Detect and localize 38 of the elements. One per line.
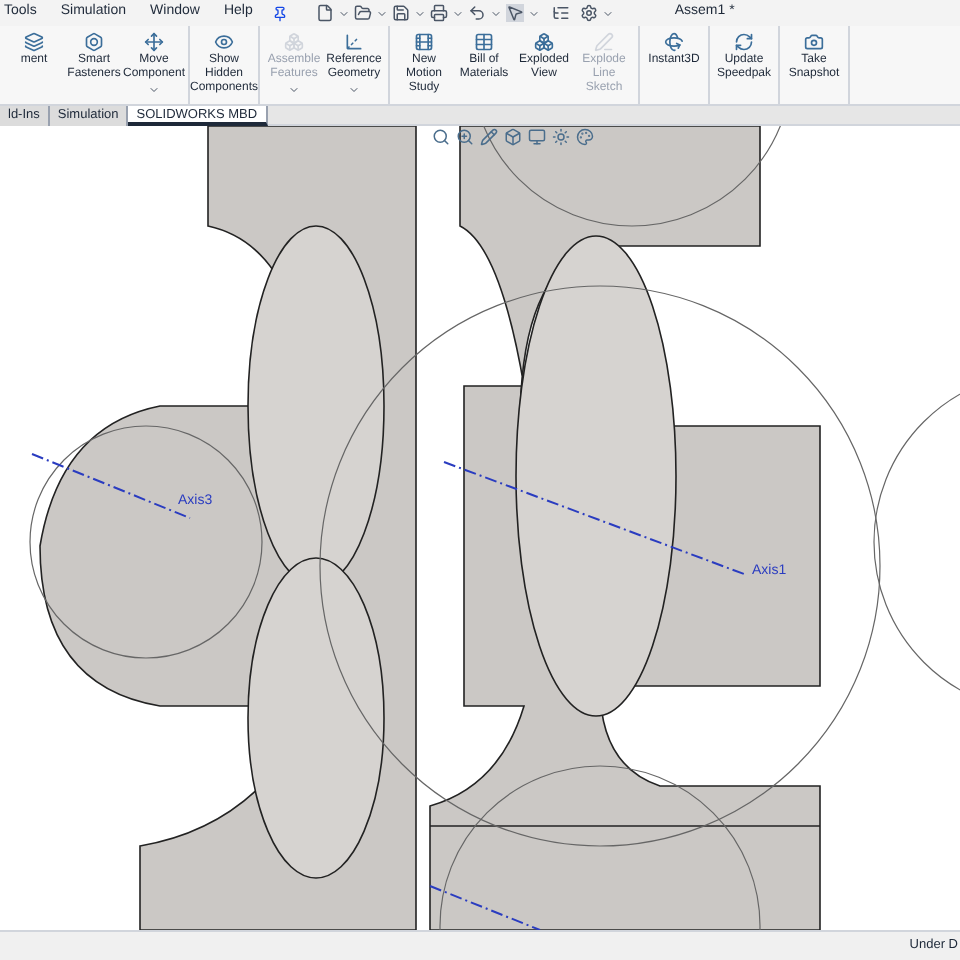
caret-icon[interactable]: [602, 7, 615, 19]
display-icon[interactable]: [528, 128, 546, 146]
list-icon[interactable]: [552, 4, 571, 22]
tool-icon: [84, 32, 104, 52]
caret-icon[interactable]: [148, 84, 160, 96]
light-icon[interactable]: [552, 128, 570, 146]
open-folder-icon[interactable]: [354, 4, 373, 22]
caret-icon[interactable]: [528, 7, 541, 19]
caret-icon[interactable]: [376, 7, 389, 19]
tool-icon: [414, 32, 434, 52]
zoom-icon[interactable]: [456, 128, 474, 146]
pencil-icon[interactable]: [480, 128, 498, 146]
tool-icon: [24, 32, 44, 52]
tool-icon: [664, 32, 684, 52]
tool-icon: [144, 32, 164, 52]
pin-icon[interactable]: [272, 5, 289, 21]
tool-icon: [344, 32, 364, 52]
tool-icon: [534, 32, 554, 52]
search-icon[interactable]: [432, 128, 450, 146]
tool-icon: [284, 32, 304, 52]
settings-icon[interactable]: [580, 4, 599, 22]
new-document-icon[interactable]: [316, 4, 335, 22]
undo-icon[interactable]: [468, 4, 487, 22]
caret-icon[interactable]: [490, 7, 503, 19]
tool-icon: [594, 32, 614, 52]
caret-icon[interactable]: [414, 7, 427, 19]
tool-icon: [734, 32, 754, 52]
caret-icon[interactable]: [338, 7, 351, 19]
caret-icon[interactable]: [452, 7, 465, 19]
print-icon[interactable]: [430, 4, 449, 22]
save-icon[interactable]: [392, 4, 411, 22]
select-pointer-icon[interactable]: [506, 4, 525, 22]
caret-icon[interactable]: [348, 84, 360, 96]
cube-icon[interactable]: [504, 128, 522, 146]
tool-icon: [804, 32, 824, 52]
palette-icon[interactable]: [576, 128, 594, 146]
tool-icon: [214, 32, 234, 52]
tool-icon: [474, 32, 494, 52]
